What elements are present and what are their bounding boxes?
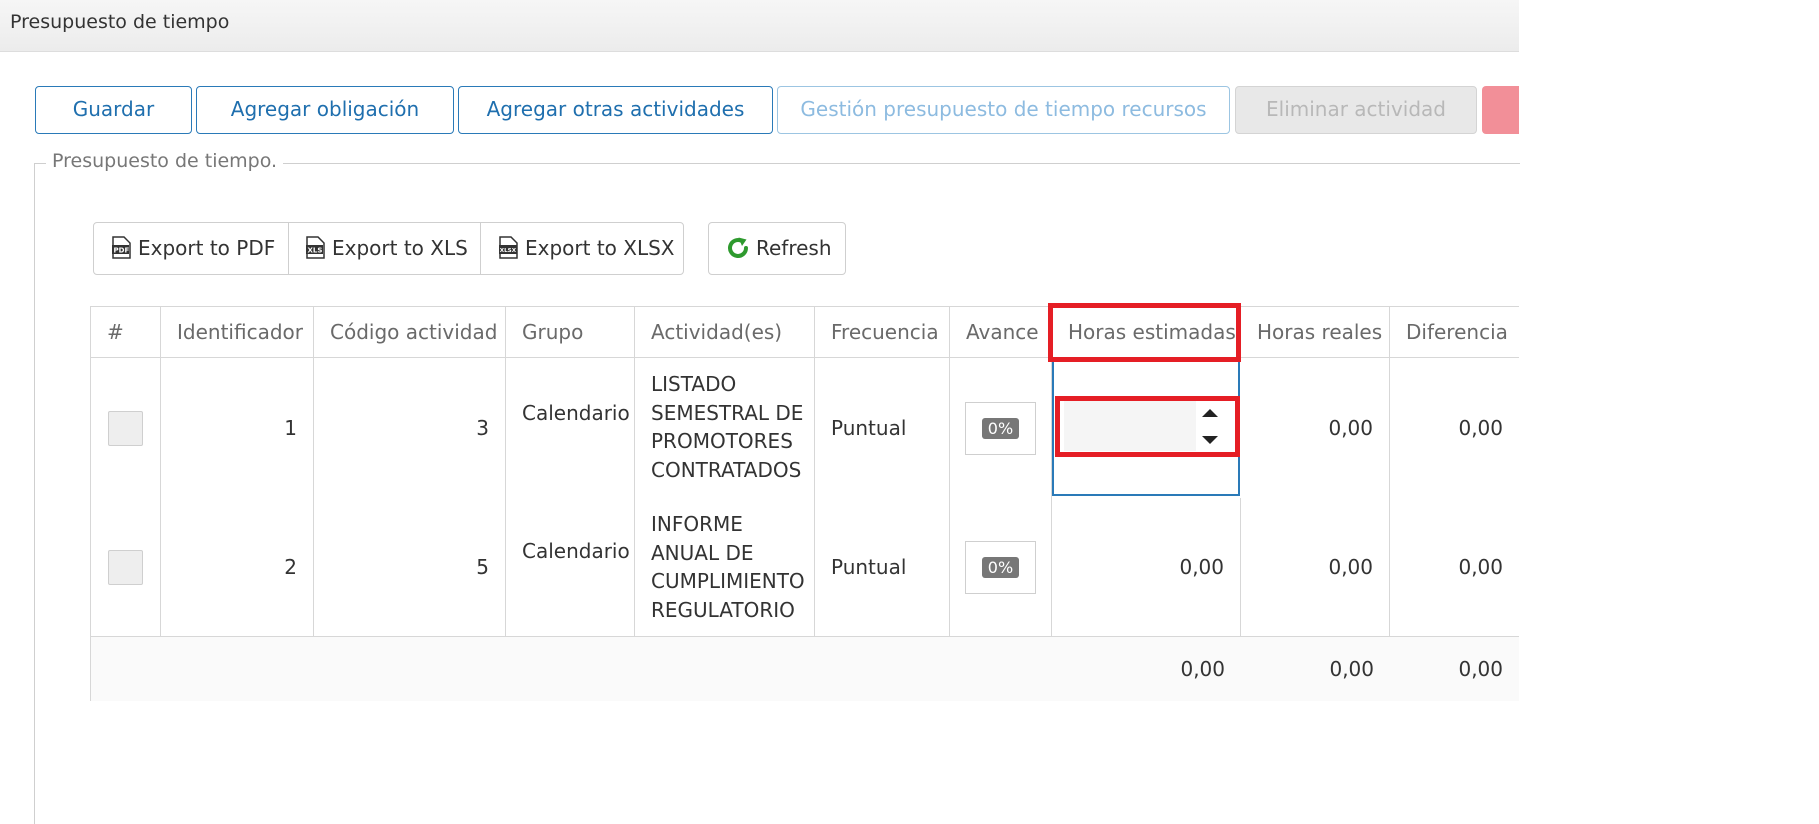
row-actividad-text: INFORME ANUAL DE CUMPLIMIENTO REGULATORI… [635, 498, 814, 624]
col-header-identificador[interactable]: Identificador [161, 306, 314, 358]
row-identificador-value: 2 [284, 555, 297, 579]
table-row-2-horas-estimadas[interactable]: 0,00 [1052, 498, 1241, 636]
col-header-horas-reales[interactable]: Horas reales [1241, 306, 1390, 358]
svg-text:PDF: PDF [114, 247, 130, 255]
row-frecuencia-value: Puntual [831, 555, 907, 579]
row-horas-reales-value: 0,00 [1328, 555, 1373, 579]
pdf-file-icon: PDF [112, 236, 131, 259]
col-header-diferencia[interactable]: Diferencia [1390, 306, 1519, 358]
total-diferencia: 0,00 [1458, 657, 1503, 681]
export-xls-label: Export to XLS [332, 236, 468, 260]
table-row-2-avance: 0% [950, 498, 1052, 636]
highlight-horas-estimadas-input [1055, 396, 1240, 457]
table-row-2-identificador: 2 [161, 498, 314, 636]
row-horas-estimadas-value: 0,00 [1179, 555, 1224, 579]
export-pdf-label: Export to PDF [138, 236, 276, 260]
guardar-button[interactable]: Guardar [35, 86, 192, 134]
agregar-obligacion-button[interactable]: Agregar obligación [196, 86, 454, 134]
row-grupo-value: Calendario [522, 539, 630, 563]
col-header-actividades[interactable]: Actividad(es) [635, 306, 815, 358]
fieldset-legend: Presupuesto de tiempo. [46, 150, 284, 172]
window-header: Presupuesto de tiempo [0, 0, 1519, 52]
row-checkbox[interactable] [108, 549, 143, 585]
progress-box: 0% [965, 540, 1036, 594]
table-row-2-select [91, 498, 161, 636]
highlight-horas-estimadas-header [1048, 303, 1241, 362]
table-row-1-frecuencia: Puntual [815, 358, 950, 498]
row-identificador-value: 1 [284, 416, 297, 440]
row-codigo-value: 5 [476, 555, 489, 579]
gestion-presupuesto-recursos-button[interactable]: Gestión presupuesto de tiempo recursos [777, 86, 1230, 134]
row-grupo-value: Calendario [522, 401, 630, 425]
delete-button-partial[interactable] [1482, 86, 1519, 134]
actividad-line: PROMOTORES [651, 429, 793, 453]
svg-text:XLSX: XLSX [500, 248, 517, 254]
row-checkbox[interactable] [108, 410, 143, 446]
table-row-1-grupo: Calendario [506, 358, 635, 498]
actividad-line: REGULATORIO [651, 597, 795, 622]
row-actividad-text: LISTADO SEMESTRAL DE PROMOTORES CONTRATA… [635, 358, 814, 484]
row-diferencia-value: 0,00 [1458, 555, 1503, 579]
progress-badge: 0% [981, 417, 1020, 439]
svg-text:XLS: XLS [308, 247, 323, 255]
table-row-2-frecuencia: Puntual [815, 498, 950, 636]
eliminar-actividad-button[interactable]: Eliminar actividad [1235, 86, 1477, 134]
col-header-avance[interactable]: Avance [950, 306, 1052, 358]
total-horas-estimadas: 0,00 [1180, 657, 1225, 681]
table-row-1-codigo: 3 [314, 358, 506, 498]
row-diferencia-value: 0,00 [1458, 416, 1503, 440]
xlsx-file-icon: XLSX [499, 236, 518, 259]
actividad-line: ANUAL DE [651, 540, 754, 565]
export-xlsx-label: Export to XLSX [525, 236, 675, 260]
progress-badge: 0% [981, 556, 1020, 578]
col-header-frecuencia[interactable]: Frecuencia [815, 306, 950, 358]
table-row-1-avance: 0% [950, 358, 1052, 498]
table-row-2-actividad: INFORME ANUAL DE CUMPLIMIENTO REGULATORI… [635, 498, 815, 636]
xls-file-icon: XLS [306, 236, 325, 259]
table-row-1-diferencia: 0,00 [1390, 358, 1519, 498]
table-row-1-select [91, 358, 161, 498]
refresh-icon [728, 237, 748, 258]
actividad-line: SEMESTRAL DE [651, 400, 804, 425]
total-horas-reales: 0,00 [1329, 657, 1374, 681]
refresh-button[interactable]: Refresh [708, 222, 846, 275]
actividad-line: LISTADO [651, 372, 737, 396]
actividad-line: CUMPLIMIENTO [651, 569, 805, 593]
export-xlsx-button[interactable]: XLSX Export to XLSX [480, 223, 683, 274]
col-header-number[interactable]: # [91, 306, 161, 358]
col-header-codigo-actividad[interactable]: Código actividad [314, 306, 506, 358]
export-pdf-button[interactable]: PDF Export to PDF [94, 223, 288, 274]
table-row-2-diferencia: 0,00 [1390, 498, 1519, 636]
table-row-1-horas-reales: 0,00 [1241, 358, 1390, 498]
export-toolbar: PDF Export to PDF XLS Export to XLS XLSX… [93, 222, 684, 275]
table-row-1-identificador: 1 [161, 358, 314, 498]
export-xls-button[interactable]: XLS Export to XLS [288, 223, 480, 274]
agregar-otras-actividades-button[interactable]: Agregar otras actividades [458, 86, 773, 134]
row-horas-reales-value: 0,00 [1328, 416, 1373, 440]
actividad-line: INFORME [651, 512, 743, 536]
row-codigo-value: 3 [476, 416, 489, 440]
table-row-2-grupo: Calendario [506, 498, 635, 636]
actividad-line: CONTRATADOS [651, 457, 802, 482]
window-title: Presupuesto de tiempo [10, 11, 230, 33]
col-header-grupo[interactable]: Grupo [506, 306, 635, 358]
table-row-1-actividad: LISTADO SEMESTRAL DE PROMOTORES CONTRATA… [635, 358, 815, 498]
table-row-2-horas-reales: 0,00 [1241, 498, 1390, 636]
table-row-2-codigo: 5 [314, 498, 506, 636]
refresh-label: Refresh [756, 236, 832, 260]
progress-box: 0% [965, 401, 1036, 455]
row-frecuencia-value: Puntual [831, 416, 907, 440]
